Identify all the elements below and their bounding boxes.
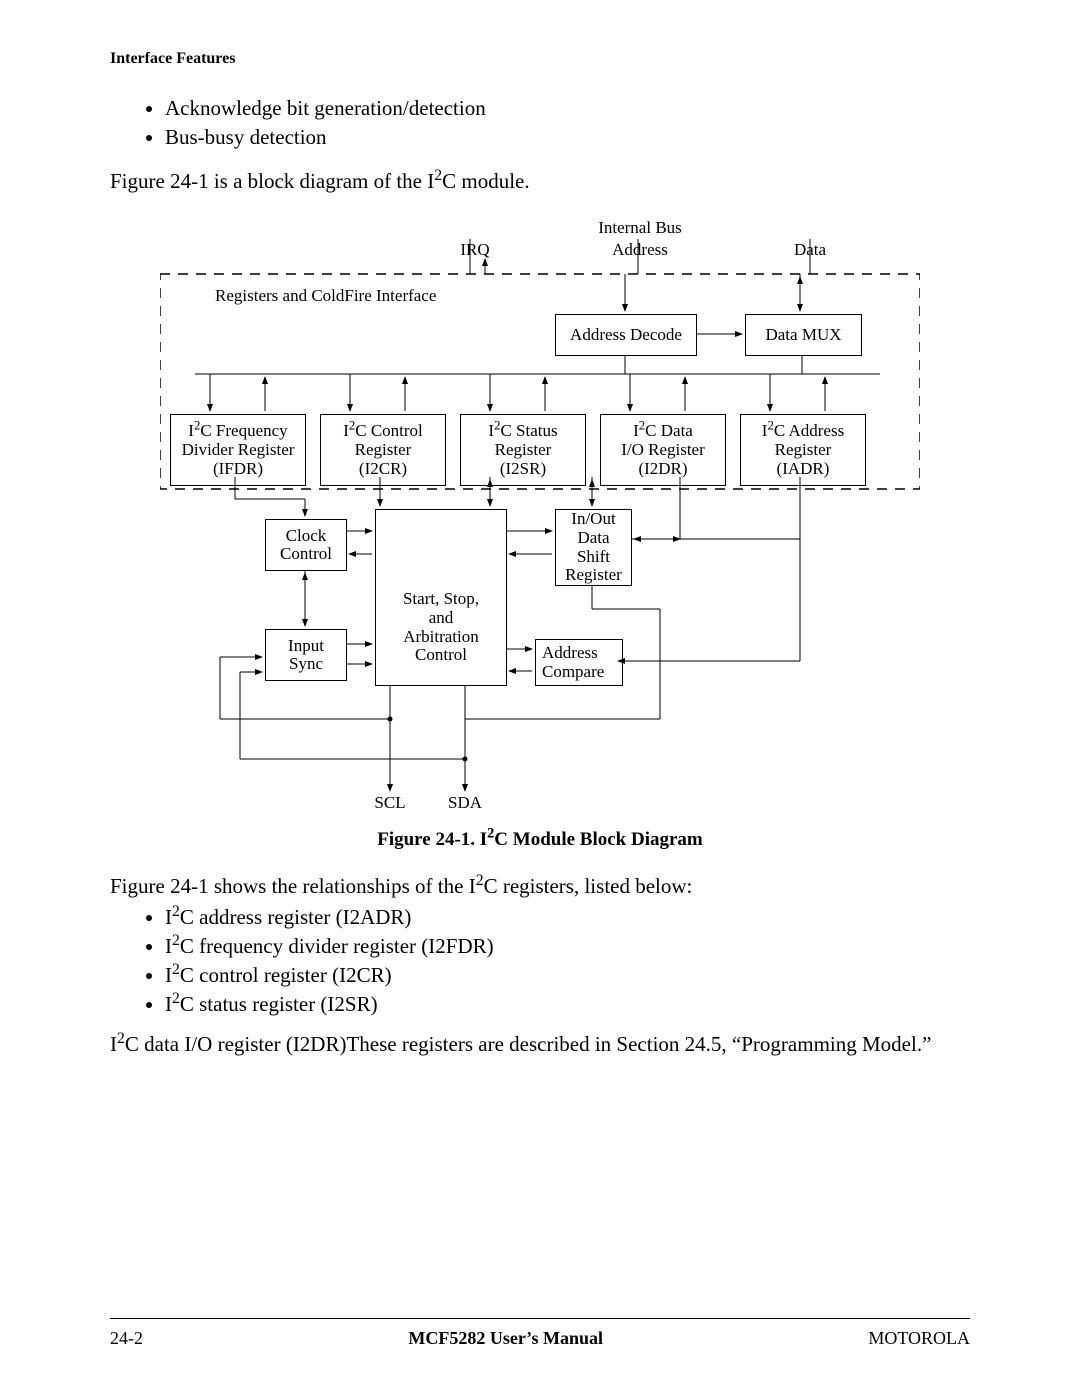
- list-item: I2C frequency divider register (I2FDR): [165, 934, 970, 959]
- bottom-paragraph: I2C data I/O register (I2DR)These regist…: [110, 1031, 970, 1058]
- list-item: Acknowledge bit generation/detection: [165, 96, 970, 121]
- list-item: I2C address register (I2ADR): [165, 905, 970, 930]
- list-item: Bus-busy detection: [165, 125, 970, 150]
- list-item: I2C control register (I2CR): [165, 963, 970, 988]
- intro-paragraph: Figure 24-1 is a block diagram of the I2…: [110, 168, 970, 195]
- footer-page: 24-2: [110, 1328, 143, 1349]
- section-header: Interface Features: [110, 50, 970, 68]
- figure-caption: Figure 24-1. I2C Module Block Diagram: [110, 829, 970, 851]
- list-item: I2C status register (I2SR): [165, 992, 970, 1017]
- footer-rule: [110, 1318, 970, 1319]
- footer-title: MCF5282 User’s Manual: [408, 1328, 603, 1349]
- page-footer: 24-2 MCF5282 User’s Manual MOTOROLA: [110, 1328, 970, 1349]
- footer-brand: MOTOROLA: [868, 1328, 970, 1349]
- mid-paragraph: Figure 24-1 shows the relationships of t…: [110, 873, 970, 900]
- block-diagram: Internal Bus IRQ Address Data Registers …: [160, 219, 920, 819]
- register-bullets: I2C address register (I2ADR) I2C frequen…: [165, 905, 970, 1017]
- feature-bullets: Acknowledge bit generation/detection Bus…: [165, 96, 970, 150]
